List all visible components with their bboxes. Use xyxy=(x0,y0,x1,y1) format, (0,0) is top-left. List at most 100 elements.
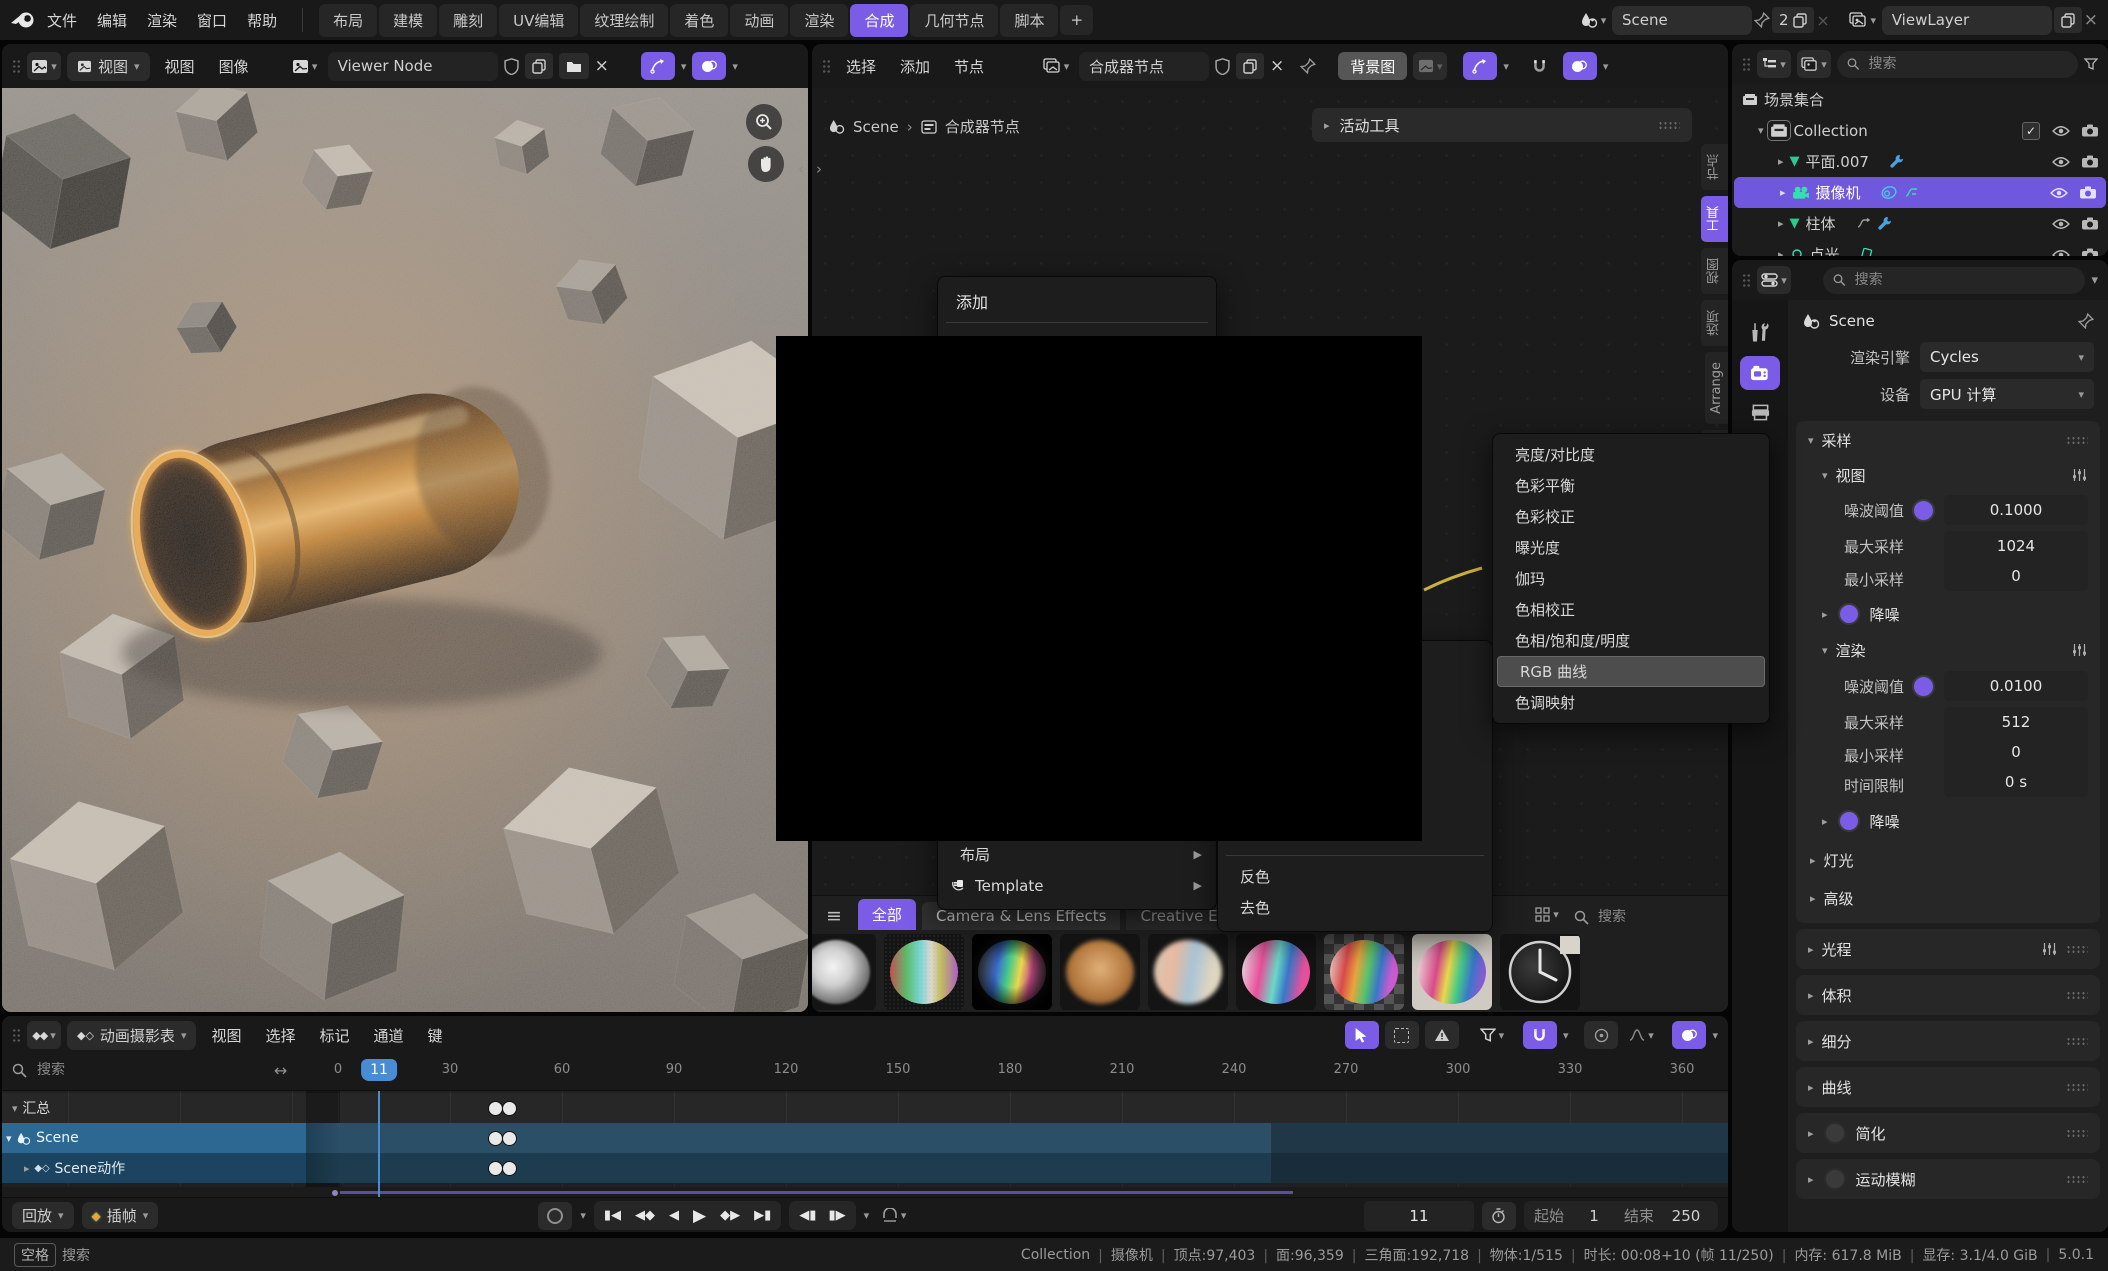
motion-blur-panel[interactable]: ▸ 运动模糊 xyxy=(1796,1159,2100,1199)
chevron-down-icon[interactable]: ▾ xyxy=(732,61,738,72)
workspace-tab-rendering[interactable]: 渲染 xyxy=(790,4,848,37)
chevron-down-icon[interactable]: ▾ xyxy=(864,1210,870,1221)
drag-handle-icon[interactable] xyxy=(822,59,831,74)
channel-search-input[interactable] xyxy=(35,1061,229,1079)
drag-handle-icon[interactable] xyxy=(2066,945,2088,954)
snap-toggle[interactable] xyxy=(1523,1021,1557,1049)
playhead[interactable] xyxy=(378,1091,380,1187)
drag-handle-icon[interactable] xyxy=(12,59,21,74)
keyframe-icon[interactable] xyxy=(488,1161,503,1176)
workspace-tab-modeling[interactable]: 建模 xyxy=(379,4,437,37)
asset-thumbnail-glare[interactable] xyxy=(812,934,876,1010)
menu-item-layout[interactable]: 布局▶ xyxy=(938,839,1216,870)
outliner-row-point-light[interactable]: ▸ 点光 xyxy=(1732,239,2108,256)
unlink-node-tree-icon[interactable]: × xyxy=(1270,56,1284,76)
filter-icon[interactable] xyxy=(2084,58,2098,70)
chevron-down-icon[interactable]: ▾ xyxy=(1503,61,1509,72)
outliner-row-cylinder[interactable]: ▸ ▼ 柱体 xyxy=(1732,208,2108,239)
menu-marker[interactable]: 标记 xyxy=(311,1021,359,1050)
fake-user-shield-icon[interactable] xyxy=(1215,58,1230,75)
expand-range-icon[interactable]: ↔ xyxy=(274,1061,287,1080)
display-mode-button[interactable]: ▾ xyxy=(1797,50,1831,78)
channel-row-summary[interactable]: ▾ 汇总 xyxy=(2,1093,1728,1123)
jump-to-start-button[interactable]: ▮◀ xyxy=(604,1208,621,1223)
min-samples-value[interactable]: 0 xyxy=(1944,561,2088,591)
audio-sync-button[interactable]: ▾ xyxy=(877,1202,911,1230)
modifier-wrench-icon[interactable] xyxy=(1877,216,1892,231)
menu-item-template[interactable]: Template▶ xyxy=(938,870,1216,901)
workspace-tab-layout[interactable]: 布局 xyxy=(319,4,377,37)
workspace-tab-uv[interactable]: UV编辑 xyxy=(499,4,578,37)
render-subpanel-header[interactable]: ▾渲染 xyxy=(1796,633,2100,667)
view-layer-icon[interactable]: ▾ xyxy=(1846,6,1880,34)
denoise-checkbox[interactable] xyxy=(1838,810,1860,832)
menu-image[interactable]: 图像 xyxy=(210,52,258,81)
checkbox-icon[interactable]: ✓ xyxy=(2022,122,2040,140)
view-layer-selector[interactable]: ViewLayer xyxy=(1882,6,2052,35)
keying-menu[interactable]: ◆ 插帧▾ xyxy=(82,1202,159,1229)
menu-view[interactable]: 视图 xyxy=(156,52,204,81)
min-samples-value[interactable]: 0 xyxy=(1944,737,2088,767)
expand-icon[interactable]: ▸ xyxy=(1778,217,1784,230)
pin-icon[interactable] xyxy=(1300,58,1316,74)
viewport-denoise-header[interactable]: ▸ 降噪 xyxy=(1796,595,2100,633)
gizmos-toggle[interactable] xyxy=(1463,52,1497,80)
time-limit-value[interactable]: 0 s xyxy=(1944,767,2088,797)
tab-render[interactable] xyxy=(1740,356,1780,390)
blender-logo-icon[interactable] xyxy=(10,11,36,29)
keyframe-icon[interactable] xyxy=(488,1131,503,1146)
workspace-tab-texture-paint[interactable]: 纹理绘制 xyxy=(580,4,668,37)
lights-subpanel-header[interactable]: ▸灯光 xyxy=(1796,841,2100,879)
mode-dropdown[interactable]: ◆◇ 动画摄影表▾ xyxy=(67,1021,196,1050)
menu-item-tonemap[interactable]: 色调映射 xyxy=(1493,687,1769,718)
menu-channel[interactable]: 通道 xyxy=(365,1021,413,1050)
next-keyframe-button[interactable]: ◆▶ xyxy=(720,1208,740,1223)
current-frame-indicator[interactable]: 11 xyxy=(361,1059,397,1081)
play-button[interactable]: ▶ xyxy=(693,1206,706,1226)
outliner-row-plane[interactable]: ▸ ▼ 平面.007 xyxy=(1732,146,2108,177)
chevron-down-icon[interactable]: ▾ xyxy=(1603,61,1609,72)
workspace-tab-shading[interactable]: 着色 xyxy=(670,4,728,37)
menu-key[interactable]: 键 xyxy=(419,1021,452,1050)
disable-render-camera-icon[interactable] xyxy=(2082,155,2098,168)
unlink-scene-icon[interactable]: × xyxy=(1816,11,1829,30)
expand-icon[interactable]: ▸ xyxy=(1780,186,1786,199)
denoise-checkbox[interactable] xyxy=(1838,603,1860,625)
simplify-panel[interactable]: ▸ 简化 xyxy=(1796,1113,2100,1153)
menu-item-invert-color[interactable]: 反色 xyxy=(1218,861,1492,892)
sliders-icon[interactable] xyxy=(2041,941,2058,957)
drag-handle-icon[interactable] xyxy=(2066,1083,2088,1092)
motion-blur-checkbox[interactable] xyxy=(1824,1168,1846,1190)
asset-thumbnail-film-grain[interactable] xyxy=(884,934,964,1010)
menu-add[interactable]: 添加 xyxy=(891,52,939,81)
workspace-tab-scripting[interactable]: 脚本 xyxy=(1000,4,1058,37)
end-frame-value[interactable]: 250 xyxy=(1664,1207,1708,1225)
menu-select[interactable]: 选择 xyxy=(837,52,885,81)
keyframe-icon[interactable] xyxy=(502,1101,517,1116)
copy-view-layer-button[interactable] xyxy=(2054,7,2082,33)
max-samples-value[interactable]: 512 xyxy=(1944,707,2088,737)
pin-icon[interactable] xyxy=(2078,313,2094,329)
use-preview-range-button[interactable] xyxy=(1482,1202,1516,1230)
menu-render[interactable]: 渲染 xyxy=(138,6,186,35)
fake-user-shield-icon[interactable] xyxy=(504,58,519,75)
add-workspace-button[interactable]: + xyxy=(1060,5,1093,35)
collapse-sidebar-icon[interactable]: ‹ xyxy=(798,160,804,178)
select-tool-button[interactable] xyxy=(1345,1021,1379,1049)
asset-thumbnail-white-stripes[interactable] xyxy=(1412,934,1492,1010)
menu-item-color-balance[interactable]: 色彩平衡 xyxy=(1493,470,1769,501)
tab-tool-icon[interactable] xyxy=(1750,322,1770,342)
menu-edit[interactable]: 编辑 xyxy=(88,6,136,35)
menu-item-hue-correct[interactable]: 色相校正 xyxy=(1493,594,1769,625)
outliner-row-camera[interactable]: ▸ 摄像机 xyxy=(1734,177,2106,208)
range-handle-icon[interactable] xyxy=(332,1190,338,1196)
outliner-search[interactable] xyxy=(1837,51,2078,78)
scene-icon[interactable]: ▾ xyxy=(1576,6,1610,34)
menu-item-exposure[interactable]: 曝光度 xyxy=(1493,532,1769,563)
previous-keyframe-button[interactable]: ◀◆ xyxy=(635,1208,655,1223)
properties-search[interactable] xyxy=(1823,267,2085,294)
breadcrumb-scene[interactable]: Scene xyxy=(1829,312,1875,330)
menu-help[interactable]: 帮助 xyxy=(238,6,286,35)
drag-handle-icon[interactable] xyxy=(2066,1129,2088,1138)
workspace-tab-sculpt[interactable]: 雕刻 xyxy=(439,4,497,37)
